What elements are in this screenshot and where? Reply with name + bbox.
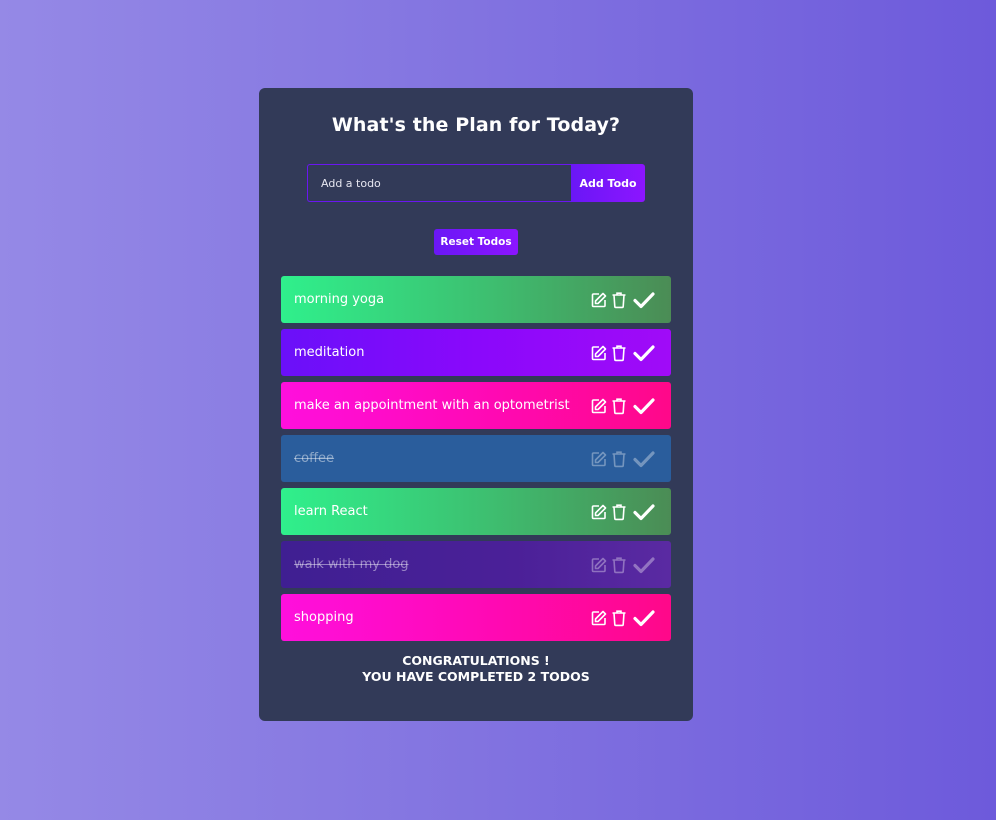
- reset-todos-button[interactable]: Reset Todos: [434, 229, 518, 255]
- trash-icon[interactable]: [611, 609, 627, 627]
- todo-actions: [590, 329, 655, 376]
- todo-actions: [590, 276, 655, 323]
- trash-icon[interactable]: [611, 503, 627, 521]
- check-icon[interactable]: [633, 556, 655, 574]
- add-todo-button[interactable]: Add Todo: [571, 164, 645, 202]
- todo-item[interactable]: learn React: [281, 488, 671, 535]
- todo-list: morning yoga meditation make an appointm…: [281, 276, 671, 647]
- todo-actions: [590, 382, 655, 429]
- edit-icon[interactable]: [590, 344, 608, 362]
- todo-item[interactable]: shopping: [281, 594, 671, 641]
- completion-message: CONGRATULATIONS ! YOU HAVE COMPLETED 2 T…: [259, 653, 693, 685]
- todo-item-completed[interactable]: walk with my dog: [281, 541, 671, 588]
- check-icon[interactable]: [633, 609, 655, 627]
- congrats-line: CONGRATULATIONS !: [402, 653, 550, 668]
- check-icon[interactable]: [633, 397, 655, 415]
- todo-actions: [590, 541, 655, 588]
- todo-item[interactable]: meditation: [281, 329, 671, 376]
- todo-actions: [590, 435, 655, 482]
- edit-icon[interactable]: [590, 450, 608, 468]
- todo-actions: [590, 488, 655, 535]
- todo-actions: [590, 594, 655, 641]
- edit-icon[interactable]: [590, 609, 608, 627]
- todo-item-completed[interactable]: coffee: [281, 435, 671, 482]
- todo-input[interactable]: [307, 164, 571, 202]
- check-icon[interactable]: [633, 344, 655, 362]
- trash-icon[interactable]: [611, 291, 627, 309]
- edit-icon[interactable]: [590, 556, 608, 574]
- trash-icon[interactable]: [611, 397, 627, 415]
- edit-icon[interactable]: [590, 503, 608, 521]
- todo-item[interactable]: make an appointment with an optometrist: [281, 382, 671, 429]
- check-icon[interactable]: [633, 503, 655, 521]
- check-icon[interactable]: [633, 291, 655, 309]
- todo-card: What's the Plan for Today? Add Todo Rese…: [259, 88, 693, 721]
- edit-icon[interactable]: [590, 291, 608, 309]
- edit-icon[interactable]: [590, 397, 608, 415]
- trash-icon[interactable]: [611, 556, 627, 574]
- page-title: What's the Plan for Today?: [331, 114, 621, 136]
- todo-item[interactable]: morning yoga: [281, 276, 671, 323]
- check-icon[interactable]: [633, 450, 655, 468]
- trash-icon[interactable]: [611, 344, 627, 362]
- trash-icon[interactable]: [611, 450, 627, 468]
- completed-count-line: YOU HAVE COMPLETED 2 TODOS: [362, 669, 590, 684]
- add-todo-form: Add Todo: [307, 164, 645, 202]
